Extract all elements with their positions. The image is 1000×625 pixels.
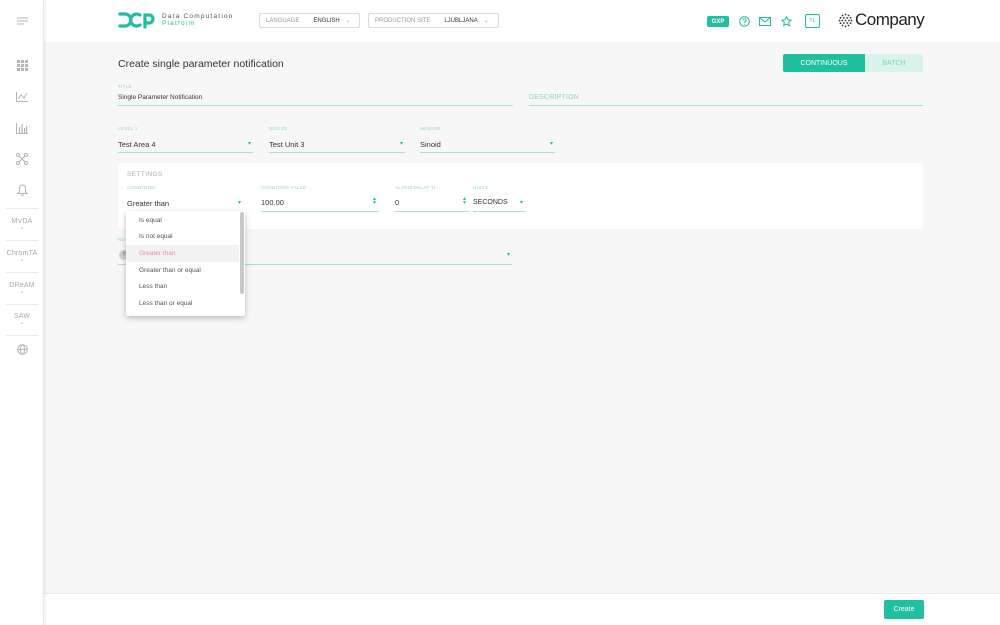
dropdown-scrollbar[interactable] <box>240 212 244 294</box>
globe-icon[interactable] <box>0 342 44 356</box>
sidebar: MVDA ⌄ ChromTA ⌄ DReAM ⌄ SAW ⌄ <box>0 0 44 625</box>
device-label: DEVICE <box>269 126 288 131</box>
language-select[interactable]: LANGUAGE ENGLISH ⌄ <box>259 13 360 28</box>
main-content: Create single parameter notification CON… <box>44 42 1000 593</box>
chevron-down-icon: ⌄ <box>19 257 25 263</box>
logo-line-2: Platform <box>162 20 196 27</box>
condition-value-input[interactable]: CONDITION VALUE 100.00 ▲ ▼ <box>261 185 379 212</box>
company-logo: Company <box>838 10 925 30</box>
condition-option-selected[interactable]: Greater than <box>126 245 239 262</box>
level-value: Test Area 4 <box>118 140 156 149</box>
stepper-icon[interactable]: ▲ ▼ <box>462 197 467 206</box>
bar-chart-icon[interactable] <box>0 121 44 135</box>
production-site-select[interactable]: PRODUCTION SITE LJUBLJANA ⌄ <box>368 13 499 28</box>
units-select[interactable]: UNITS SECONDS ▾ <box>473 185 525 212</box>
sidebar-item-mvda[interactable]: MVDA ⌄ <box>0 218 44 231</box>
alarm-delay-value: 0 <box>395 198 400 207</box>
network-icon[interactable] <box>0 152 44 166</box>
alarm-delay-label: ALARM DELAY TI... <box>395 185 441 190</box>
language-label: LANGUAGE <box>266 17 300 24</box>
condition-value-label: CONDITION VALUE <box>261 185 307 190</box>
star-icon[interactable] <box>779 14 793 28</box>
chevron-down-icon: ⌄ <box>19 320 25 326</box>
chevron-down-icon: ⌄ <box>19 225 25 231</box>
sensor-select[interactable]: SENSOR Sinoid ▾ <box>420 126 555 153</box>
chevron-down-icon: ⌄ <box>19 289 25 295</box>
create-button[interactable]: Create <box>884 600 924 619</box>
line-chart-icon[interactable] <box>0 90 44 104</box>
alarm-delay-input[interactable]: ALARM DELAY TI... 0 ▲ ▼ <box>395 185 469 212</box>
caret-down-icon: ▾ <box>519 200 523 206</box>
mail-icon[interactable] <box>758 14 772 28</box>
condition-option[interactable]: Is not equal <box>126 229 239 246</box>
caret-down-icon: ▾ <box>549 141 553 147</box>
title-field[interactable]: TITLE Single Parameter Notification <box>118 84 513 106</box>
production-site-value: LJUBLJANA <box>444 17 478 24</box>
logo[interactable]: Data Computation Platform <box>118 11 234 29</box>
title-label: TITLE <box>118 84 132 89</box>
sidebar-item-chromta[interactable]: ChromTA ⌄ <box>0 250 44 263</box>
user-avatar[interactable]: TL <box>805 14 820 28</box>
page-title: Create single parameter notification <box>118 58 284 70</box>
grid-icon[interactable] <box>0 58 44 72</box>
condition-label: CONDITION <box>127 185 155 190</box>
company-dots-icon <box>838 13 853 27</box>
caret-down-icon: ▾ <box>247 141 251 147</box>
gxp-badge[interactable]: GXP <box>707 16 729 27</box>
sidebar-item-dream[interactable]: DReAM ⌄ <box>0 282 44 295</box>
condition-value-value: 100.00 <box>261 198 284 207</box>
condition-select[interactable]: CONDITION Greater than ▾ <box>127 185 243 212</box>
sensor-value: Sinoid <box>420 140 441 149</box>
sidebar-item-label: SAW <box>13 313 31 320</box>
condition-option[interactable]: Less than or equal <box>126 295 239 312</box>
batch-button[interactable]: BATCH <box>865 54 923 72</box>
sidebar-item-saw[interactable]: SAW ⌄ <box>0 313 44 326</box>
caret-down-icon: ▾ <box>506 252 510 258</box>
chevron-down-icon: ⌄ <box>483 18 489 24</box>
sidebar-item-label: DReAM <box>9 282 35 289</box>
production-site-label: PRODUCTION SITE <box>375 17 431 24</box>
settings-title: SETTINGS <box>127 171 163 178</box>
logo-text: Data Computation Platform <box>162 13 234 27</box>
units-value: SECONDS <box>473 199 508 206</box>
condition-value: Greater than <box>127 199 170 208</box>
condition-option[interactable]: Is equal <box>126 212 239 229</box>
logo-line-1: Data Computation <box>162 13 234 20</box>
stepper-icon[interactable]: ▲ ▼ <box>372 197 377 206</box>
level-label: LEVEL 1 <box>118 126 138 131</box>
description-field[interactable]: DESCRIPTION <box>529 84 923 106</box>
condition-option[interactable]: Greater than or equal <box>126 262 239 279</box>
title-value: Single Parameter Notification <box>118 94 203 101</box>
mode-toggle: CONTINUOUS BATCH <box>783 54 923 72</box>
caret-down-icon: ▾ <box>237 200 241 206</box>
recipients-label: NO <box>118 237 126 242</box>
sidebar-item-label: ChromTA <box>6 250 38 257</box>
sidebar-item-label: MVDA <box>11 218 33 225</box>
language-value: ENGLISH <box>313 17 340 24</box>
units-label: UNITS <box>473 185 488 190</box>
company-name: Company <box>855 10 925 29</box>
footer: Create <box>44 593 1000 625</box>
continuous-button[interactable]: CONTINUOUS <box>783 54 865 72</box>
level-select[interactable]: LEVEL 1 Test Area 4 ▾ <box>118 126 253 153</box>
caret-down-icon: ▾ <box>399 141 403 147</box>
menu-icon[interactable] <box>0 14 44 28</box>
chevron-down-icon: ⌄ <box>345 18 351 24</box>
header: Data Computation Platform LANGUAGE ENGLI… <box>44 0 1000 42</box>
dcp-logo-icon <box>118 12 155 29</box>
condition-option[interactable]: Less than <box>126 278 239 295</box>
device-value: Test Unit 3 <box>269 140 305 149</box>
bell-icon[interactable] <box>0 183 44 197</box>
sensor-label: SENSOR <box>420 126 441 131</box>
description-placeholder: DESCRIPTION <box>529 94 580 101</box>
condition-dropdown: Is equal Is not equal Greater than Great… <box>126 211 245 316</box>
help-icon[interactable] <box>737 14 751 28</box>
device-select[interactable]: DEVICE Test Unit 3 ▾ <box>269 126 405 153</box>
